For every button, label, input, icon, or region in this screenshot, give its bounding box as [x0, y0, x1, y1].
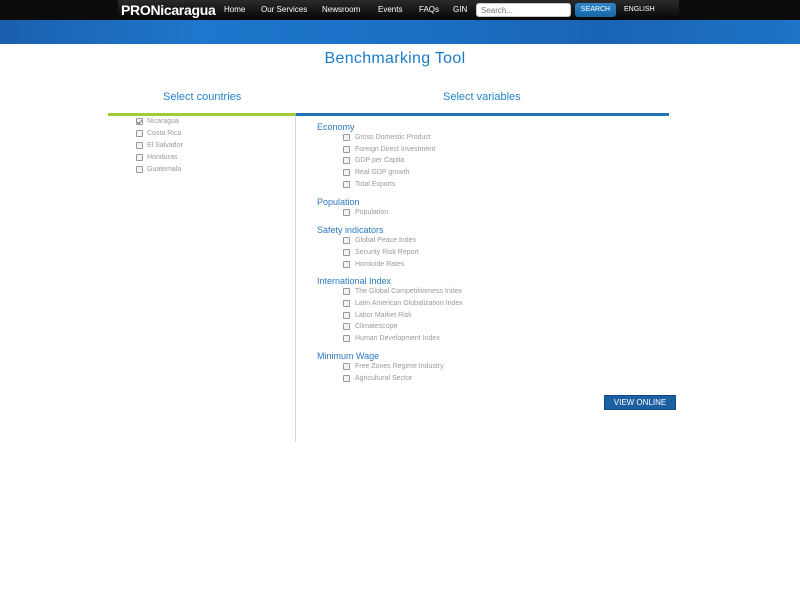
- variable-label: Labor Market Risk: [355, 312, 412, 319]
- search-input[interactable]: [476, 3, 571, 17]
- variable-label: Population: [355, 209, 389, 216]
- category-economy: Economy: [317, 122, 355, 132]
- category-population: Population: [317, 197, 360, 207]
- variable-label: Agricultural Sector: [355, 375, 413, 382]
- variable-checkbox[interactable]: [343, 375, 350, 382]
- variable-checkbox[interactable]: [343, 157, 350, 164]
- country-checkbox-costa-rica[interactable]: [136, 130, 143, 137]
- variable-checkbox[interactable]: [343, 300, 350, 307]
- variable-checkbox[interactable]: [343, 146, 350, 153]
- variable-checkbox[interactable]: [343, 335, 350, 342]
- variable-checkbox[interactable]: [343, 261, 350, 268]
- variable-label: Free Zones Regime Industry: [355, 363, 444, 370]
- variable-label: The Global Competitiveness Index: [355, 288, 462, 295]
- variable-checkbox[interactable]: [343, 209, 350, 216]
- select-countries-heading: Select countries: [163, 91, 242, 103]
- variable-checkbox[interactable]: [343, 134, 350, 141]
- variable-label: GDP per Capita: [355, 157, 405, 164]
- nav-newsroom[interactable]: Newsroom: [322, 0, 360, 20]
- variable-label: Gross Domestic Product: [355, 134, 431, 141]
- category-safety-indicators: Safety indicators: [317, 225, 384, 235]
- nav-our-services[interactable]: Our Services: [261, 0, 307, 20]
- variable-checkbox[interactable]: [343, 181, 350, 188]
- column-divider: [295, 116, 296, 442]
- variable-label: Human Development Index: [355, 335, 440, 342]
- variable-label: Homicide Rates: [355, 261, 405, 268]
- country-label: Honduras: [147, 154, 178, 161]
- variable-label: Security Risk Report: [355, 249, 419, 256]
- header-banner: [0, 20, 800, 44]
- variables-underline: [296, 113, 669, 116]
- search-button[interactable]: SEARCH: [575, 3, 616, 17]
- variable-label: Real GDP growth: [355, 169, 410, 176]
- country-checkbox-honduras[interactable]: [136, 154, 143, 161]
- variable-checkbox[interactable]: [343, 249, 350, 256]
- nav-home[interactable]: Home: [224, 0, 245, 20]
- variable-checkbox[interactable]: [343, 323, 350, 330]
- select-variables-heading: Select variables: [443, 91, 521, 103]
- page-title: Benchmarking Tool: [324, 50, 466, 67]
- variable-label: Global Peace Index: [355, 237, 417, 244]
- variable-checkbox[interactable]: [343, 237, 350, 244]
- language-selector[interactable]: ENGLISH: [624, 0, 655, 20]
- variable-label: Latin American Globalization Index: [355, 300, 463, 307]
- site-logo[interactable]: PRONicaragua: [121, 1, 216, 19]
- variable-label: Foreign Direct Investment: [355, 146, 436, 153]
- nav-faqs[interactable]: FAQs: [419, 0, 439, 20]
- country-label: El Salvador: [147, 142, 183, 149]
- country-checkbox-el-salvador[interactable]: [136, 142, 143, 149]
- country-checkbox-guatemala[interactable]: [136, 166, 143, 173]
- variable-label: Climatescope: [355, 323, 398, 330]
- country-label: Costa Rica: [147, 130, 182, 137]
- nav-gin[interactable]: GIN: [453, 0, 467, 20]
- nav-events[interactable]: Events: [378, 0, 402, 20]
- variable-checkbox[interactable]: [343, 288, 350, 295]
- view-online-button[interactable]: VIEW ONLINE: [604, 395, 676, 410]
- category-international-index: International Index: [317, 276, 392, 286]
- category-minimum-wage: Minimum Wage: [317, 351, 380, 361]
- variable-checkbox[interactable]: [343, 169, 350, 176]
- variable-checkbox[interactable]: [343, 312, 350, 319]
- countries-underline: [108, 113, 296, 116]
- variable-checkbox[interactable]: [343, 363, 350, 370]
- variable-label: Total Exports: [355, 181, 396, 188]
- country-label: Nicaragua: [147, 118, 179, 125]
- country-checkbox-nicaragua[interactable]: [136, 118, 143, 125]
- country-label: Guatemala: [147, 166, 182, 173]
